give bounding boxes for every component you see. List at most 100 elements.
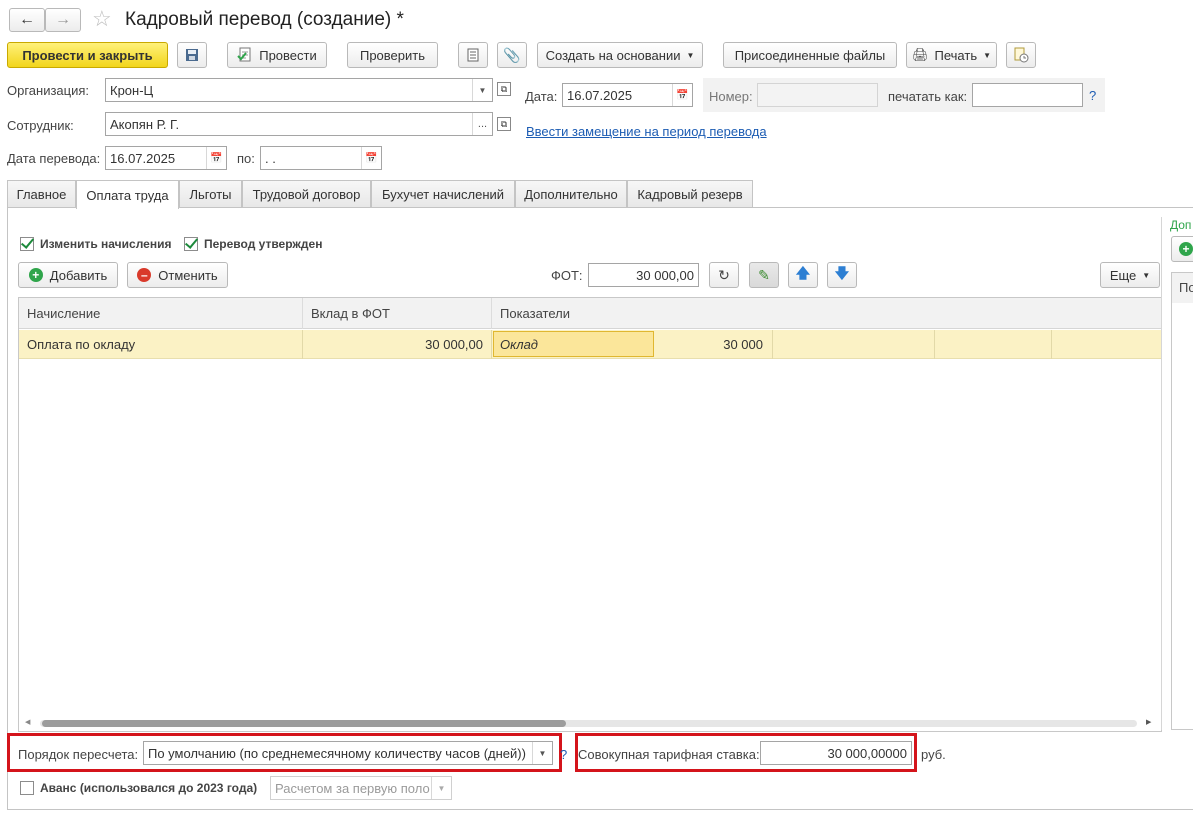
more-label: Еще xyxy=(1109,267,1137,283)
attach-button[interactable]: 📎 xyxy=(497,42,527,68)
column-indicators[interactable]: Показатели xyxy=(492,298,1161,329)
currency-label: руб. xyxy=(921,747,946,762)
check-button[interactable]: Проверить xyxy=(347,42,438,68)
cell-accrual[interactable]: Оплата по окладу xyxy=(27,337,135,352)
back-button[interactable]: ← xyxy=(9,8,45,32)
advance-checkbox[interactable] xyxy=(20,781,34,795)
create-based-button[interactable]: Создать на основании ▼ xyxy=(537,42,703,68)
select-employee-button[interactable]: ... xyxy=(472,113,492,135)
arrow-down-icon: 🡇 xyxy=(834,265,850,281)
save-button[interactable] xyxy=(177,42,207,68)
employee-label: Сотрудник: xyxy=(7,118,74,133)
print-button[interactable]: 🖨 Печать ▼ xyxy=(906,42,997,68)
change-accruals-checkbox[interactable] xyxy=(20,237,34,251)
row-divider xyxy=(934,330,935,359)
plus-icon: + xyxy=(1179,242,1193,256)
print-as-field[interactable] xyxy=(972,83,1083,107)
horizontal-scrollbar-thumb[interactable] xyxy=(42,720,566,727)
paperclip-icon: 📎 xyxy=(503,46,521,63)
tab-payment[interactable]: Оплата труда xyxy=(76,180,179,209)
open-org-icon[interactable]: ⧉ xyxy=(497,82,511,96)
rate-field[interactable]: 30 000,00000 xyxy=(760,741,912,765)
tab-additional[interactable]: Дополнительно xyxy=(515,180,627,208)
date-value: 16.07.2025 xyxy=(567,87,633,103)
column-accrual[interactable]: Начисление xyxy=(19,298,303,329)
date-field[interactable]: 16.07.2025 📅 xyxy=(562,83,693,107)
tab-contract[interactable]: Трудовой договор xyxy=(242,180,371,208)
recalc-help-icon[interactable]: ? xyxy=(560,747,567,762)
rate-value: 30 000,00000 xyxy=(827,745,907,761)
page-title: Кадровый перевод (создание) * xyxy=(125,9,404,30)
org-value: Крон-Ц xyxy=(110,82,154,98)
tab-reserve[interactable]: Кадровый резерв xyxy=(627,180,753,208)
star-icon[interactable]: ☆ xyxy=(92,6,112,32)
transfer-approved-label: Перевод утвержден xyxy=(204,237,323,251)
number-label: Номер: xyxy=(709,89,753,104)
advance-select[interactable]: Расчетом за первую поло ▼ xyxy=(270,776,452,800)
calendar-icon[interactable]: 📅 xyxy=(672,84,692,106)
report-icon xyxy=(1014,47,1029,63)
org-field[interactable]: Крон-Ц ▼ xyxy=(105,78,493,102)
calendar-icon[interactable]: 📅 xyxy=(206,147,226,169)
journal-button[interactable] xyxy=(458,42,488,68)
pencil-icon: ✎ xyxy=(758,266,770,283)
fot-field[interactable]: 30 000,00 xyxy=(588,263,699,287)
tab-accounting[interactable]: Бухучет начислений xyxy=(371,180,515,208)
open-employee-icon[interactable]: ⧉ xyxy=(497,117,511,131)
transfer-date-label: Дата перевода: xyxy=(7,151,101,166)
attached-files-button[interactable]: Присоединенные файлы xyxy=(723,42,897,68)
tab-main[interactable]: Главное xyxy=(7,180,76,208)
refresh-button[interactable]: ↻ xyxy=(709,262,739,288)
advance-label: Аванс (использовался до 2023 года) xyxy=(40,781,258,795)
move-down-button[interactable]: 🡇 xyxy=(827,262,857,288)
print-label: Печать xyxy=(934,47,978,63)
post-label: Провести xyxy=(259,47,317,63)
forward-button[interactable]: → xyxy=(45,8,81,32)
report-button[interactable] xyxy=(1006,42,1036,68)
right-panel-title: Доп xyxy=(1170,218,1192,232)
scroll-left-arrow[interactable]: ◀ xyxy=(25,718,30,726)
to-date-value: . . xyxy=(265,150,276,166)
refresh-icon: ↻ xyxy=(718,266,730,283)
org-label: Организация: xyxy=(7,83,90,98)
to-label: по: xyxy=(237,151,255,166)
arrow-up-icon: 🡅 xyxy=(795,265,811,281)
row-divider xyxy=(1051,330,1052,359)
help-icon[interactable]: ? xyxy=(1089,88,1096,103)
right-panel-add-button[interactable]: + xyxy=(1171,236,1193,262)
number-field[interactable] xyxy=(757,83,878,107)
recalc-value: По умолчанию (по среднемесячному количес… xyxy=(148,745,526,761)
calendar-icon[interactable]: 📅 xyxy=(361,147,381,169)
org-dropdown-button[interactable]: ▼ xyxy=(472,79,492,101)
cell-indicator: Оклад xyxy=(500,337,538,352)
create-based-label: Создать на основании xyxy=(545,47,681,63)
right-panel-table xyxy=(1171,272,1193,730)
employee-field[interactable]: Акопян Р. Г. ... xyxy=(105,112,493,136)
scroll-right-arrow[interactable]: ▶ xyxy=(1146,718,1151,726)
transfer-approved-checkbox[interactable] xyxy=(184,237,198,251)
replacement-link[interactable]: Ввести замещение на период перевода xyxy=(526,124,767,139)
edit-button[interactable]: ✎ xyxy=(749,262,779,288)
cancel-button[interactable]: – Отменить xyxy=(127,262,228,288)
transfer-date-field[interactable]: 16.07.2025 📅 xyxy=(105,146,227,170)
recalc-dropdown-button[interactable]: ▼ xyxy=(532,742,552,764)
printer-icon: 🖨 xyxy=(911,47,929,62)
move-up-button[interactable]: 🡅 xyxy=(788,262,818,288)
column-contribution[interactable]: Вклад в ФОТ xyxy=(303,298,492,329)
recalc-select[interactable]: По умолчанию (по среднемесячному количес… xyxy=(143,741,553,765)
arrow-left-icon: ← xyxy=(19,11,35,28)
minus-icon: – xyxy=(137,268,152,282)
dropdown-arrow-icon: ▼ xyxy=(686,50,695,60)
tab-benefits[interactable]: Льготы xyxy=(179,180,242,208)
cell-indicator-value[interactable]: 30 000 xyxy=(655,337,763,352)
right-panel-column[interactable]: По xyxy=(1179,280,1193,295)
post-button[interactable]: Провести xyxy=(227,42,327,68)
cell-contribution[interactable]: 30 000,00 xyxy=(303,337,483,352)
advance-dropdown-button[interactable]: ▼ xyxy=(431,777,451,799)
to-date-field[interactable]: . . 📅 xyxy=(260,146,382,170)
more-button[interactable]: Еще ▼ xyxy=(1100,262,1160,288)
change-accruals-label: Изменить начисления xyxy=(40,237,172,251)
print-as-label: печатать как: xyxy=(888,89,968,104)
add-button[interactable]: + Добавить xyxy=(18,262,118,288)
post-and-close-button[interactable]: Провести и закрыть xyxy=(7,42,168,68)
